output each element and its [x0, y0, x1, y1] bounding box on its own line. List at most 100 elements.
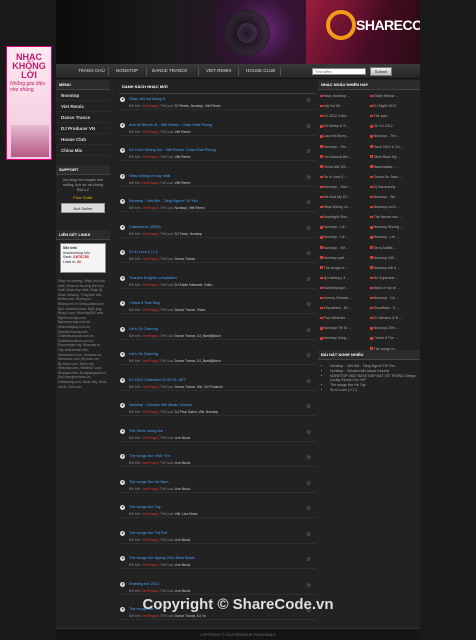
meta-category[interactable]: Dance Trance, DJ_BamBjMoon	[175, 334, 221, 338]
meta-category[interactable]: Live Music	[175, 487, 191, 491]
random-song-link[interactable]: Nhạc không Lờ ...	[320, 205, 352, 209]
play-icon[interactable]	[120, 403, 125, 408]
favorite-star-icon[interactable]: ☆	[306, 379, 312, 385]
search-input[interactable]: Tìm kiếm	[312, 68, 366, 75]
play-icon[interactable]	[120, 352, 125, 357]
links-text[interactable]: Nhạc vs thương, Nhạc tình huy nhất, Nhạc…	[56, 276, 110, 392]
random-song-link[interactable]: Takin Back My ...	[370, 155, 401, 159]
nav-dance-trance[interactable]: DANCE TRANCE	[152, 68, 187, 73]
random-song-link[interactable]: Nonstop - Cả ...	[370, 296, 399, 300]
play-icon[interactable]	[120, 581, 125, 587]
song-title[interactable]: Nonstop - Chicken Mix Music Volume	[129, 403, 192, 407]
random-song-link[interactable]: Nhạc Nonstop ...	[320, 94, 350, 98]
side-banner-ad[interactable]: NHẠC KHÔNG LỜI Những giai điệu nhẹ nhàng	[6, 46, 52, 160]
nav-house-club[interactable]: HOUSE CLUB	[246, 68, 275, 73]
menu-item-house-club[interactable]: House Club	[56, 134, 110, 145]
favorite-star-icon[interactable]: ☆	[306, 226, 312, 232]
song-title[interactable]: Let's Go Dancing	[129, 327, 158, 331]
random-song-link[interactable]: Nonstop part ...	[320, 256, 348, 260]
song-title[interactable]: I Want It That Way	[129, 301, 160, 305]
meta-category[interactable]: DJ Phuc Sabor, Việt, Nonstop	[175, 410, 219, 414]
song-title[interactable]: The songs live Spring 2012 Best Music	[129, 556, 195, 560]
favorite-star-icon[interactable]: ☆	[306, 175, 312, 181]
song-title[interactable]: Truinom Knights compilation	[129, 276, 177, 280]
random-song-link[interactable]: DJ Night 2012	[370, 104, 396, 108]
random-song-link[interactable]: Oh DJ 2012	[370, 124, 393, 128]
nav-viet-remix[interactable]: VIET REMIX	[206, 68, 231, 73]
song-title[interactable]: Nhạc việt hot tháng 9	[129, 97, 165, 101]
play-icon[interactable]	[120, 199, 125, 204]
meta-user[interactable]: JamPhaga	[142, 257, 158, 261]
random-song-link[interactable]: We And My DJ ...	[320, 195, 351, 199]
meta-user[interactable]: JamPhaga	[142, 563, 158, 567]
random-song-link[interactable]: Nonstop - Siu ...	[370, 195, 399, 199]
play-icon[interactable]	[120, 97, 125, 102]
random-song-link[interactable]: Nonstop Sống ...	[320, 336, 350, 340]
favorite-star-icon[interactable]: ☆	[306, 404, 312, 410]
song-row[interactable]: The songs live Tết Full Bởi bởi: JamPhaga…	[119, 530, 315, 544]
play-icon[interactable]	[120, 454, 125, 459]
meta-category[interactable]: DJ Trade, Nonstop	[175, 232, 203, 236]
site-info-widget[interactable]: Site Info nhacsontung.info Rank: 2,675,7…	[60, 243, 106, 273]
song-row[interactable]: DJ 2012 Collection Dl VN VL NET Bởi bởi: …	[119, 377, 315, 391]
song-row[interactable]: Let's Go Dancing Bởi bởi: JamPhaga | Thể …	[119, 326, 315, 340]
song-row[interactable]: Entering the 2012 Bởi bởi: JamPhaga | Thể…	[119, 581, 315, 595]
meta-user[interactable]: JamPhaga	[142, 359, 158, 363]
random-song-link[interactable]: Nonstop - The ...	[370, 134, 400, 138]
meta-category[interactable]: Live Music	[175, 538, 191, 542]
random-song-link[interactable]: No Superstar ...	[370, 276, 399, 280]
random-song-link[interactable]: So in Love (□ ...	[320, 175, 349, 179]
song-row[interactable]: The songs live Vinh Yên Bởi bởi: JamPhaga…	[119, 453, 315, 467]
meta-user[interactable]: JamPhaga	[142, 614, 158, 618]
random-song-link[interactable]: Moonlight Sha ...	[320, 215, 350, 219]
meta-category[interactable]: Việt Remix	[175, 181, 191, 185]
play-icon[interactable]	[120, 173, 125, 179]
meta-category[interactable]: Dance Trance, DJ Yo	[175, 614, 206, 618]
favorite-star-icon[interactable]: ☆	[306, 124, 312, 130]
play-icon[interactable]	[120, 224, 125, 230]
favorite-star-icon[interactable]: ☆	[306, 506, 312, 512]
meta-category[interactable]: Dance Trance	[175, 257, 196, 261]
meta-user[interactable]: JamPhaga	[142, 538, 158, 542]
favorite-star-icon[interactable]: ☆	[306, 328, 312, 334]
meta-user[interactable]: JamPhaga	[142, 206, 158, 210]
song-title[interactable]: Nhạc không lời hay nhất	[129, 174, 170, 178]
favorite-star-icon[interactable]: ☆	[306, 455, 312, 461]
favorite-star-icon[interactable]: ☆	[306, 481, 312, 487]
meta-category[interactable]: Dance Trance, DJ_BamBjMoon	[175, 359, 221, 363]
meta-user[interactable]: JamPhaga	[142, 385, 158, 389]
song-title[interactable]: The Kevin wong live	[129, 429, 163, 433]
favorite-star-icon[interactable]: ☆	[306, 277, 312, 283]
favorite-star-icon[interactable]: ☆	[306, 532, 312, 538]
random-song-link[interactable]: Nonstop 20hr ...	[370, 326, 399, 330]
random-song-link[interactable]: Laurent Worry ...	[320, 134, 350, 138]
song-title[interactable]: So in Love (□□□)	[129, 250, 157, 254]
favorite-star-icon[interactable]: ☆	[306, 430, 312, 436]
meta-user[interactable]: JamPhaga	[142, 410, 158, 414]
menu-item-china-mix[interactable]: China Mix	[56, 145, 110, 156]
play-icon[interactable]	[120, 326, 125, 332]
random-song-link[interactable]: The songs liv ...	[370, 347, 399, 351]
random-song-link[interactable]: Nonstop - Viê ...	[320, 246, 349, 250]
random-song-link[interactable]: Nonstop Tết M ...	[320, 326, 351, 330]
random-song-link[interactable]: Nonstop - Xám ...	[320, 185, 351, 189]
favorite-star-icon[interactable]: ☆	[306, 302, 312, 308]
random-song-link[interactable]: Eddie Hallow ...	[370, 94, 398, 98]
meta-category[interactable]: DJ Remix, Nonstop, Việt Remix	[175, 104, 221, 108]
meta-category[interactable]: Live Music	[175, 589, 191, 593]
menu-item-dj-producer[interactable]: DJ Producer VN	[56, 123, 110, 134]
random-song-link[interactable]: Nonstop Việt ...	[370, 256, 398, 260]
song-row[interactable]: Truinom Knights compilation Bởi bởi: JamP…	[119, 275, 315, 289]
play-icon[interactable]	[120, 556, 125, 561]
meta-category[interactable]: DJ Eddie Hallowell, Video	[175, 283, 213, 287]
meta-user[interactable]: JamPhaga	[142, 130, 158, 134]
meta-category[interactable]: Việt Remix	[175, 155, 191, 159]
song-row[interactable]: Let's Go Dancing Bởi bởi: JamPhaga | Thể …	[119, 351, 315, 365]
random-song-link[interactable]: Nonstop - Liê ...	[370, 235, 399, 239]
meta-category[interactable]: Việt Remix	[175, 130, 191, 134]
song-row[interactable]: Nhạc không lời hay nhất Bởi bởi: JamPhaga…	[119, 173, 315, 187]
random-song-link[interactable]: Dj Hardcandy ...	[370, 185, 399, 189]
song-row[interactable]: Nu Cười Không Vui - Việt Remix- Châu Khả…	[119, 147, 315, 161]
random-song-link[interactable]: DJ 2012 Colle...	[320, 114, 349, 118]
meta-category[interactable]: Live Music	[175, 461, 191, 465]
